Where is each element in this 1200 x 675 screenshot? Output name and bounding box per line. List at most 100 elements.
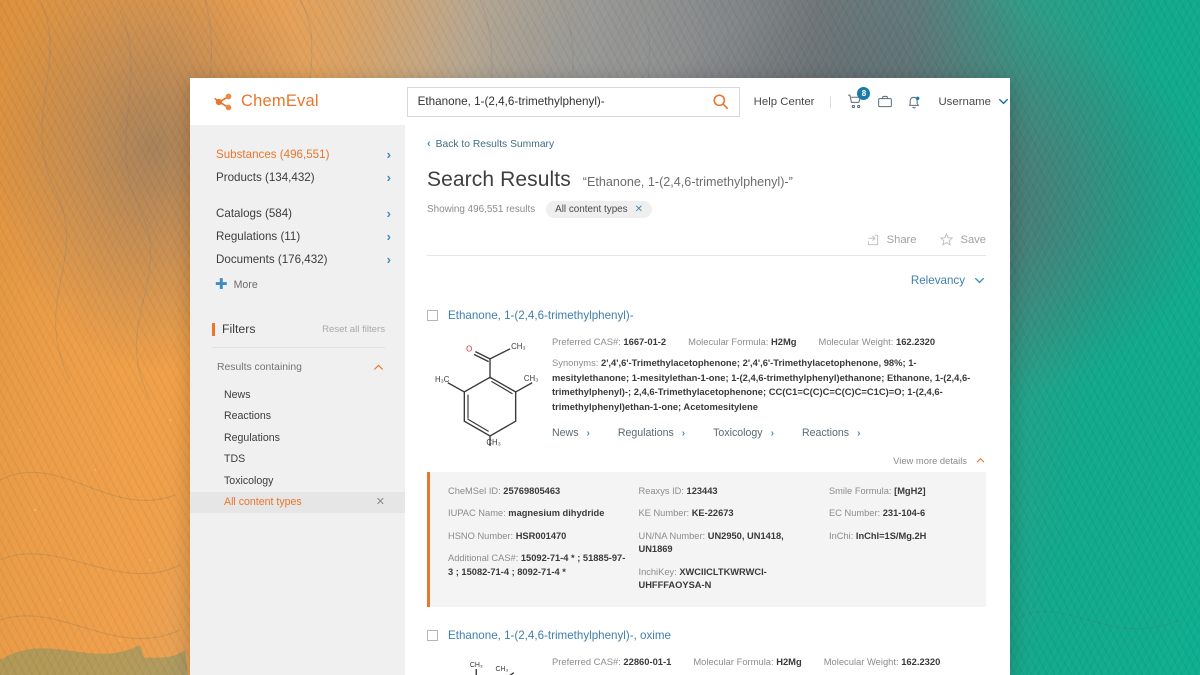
facet-item-regulations[interactable]: Regulations <box>190 427 405 449</box>
brand[interactable]: ChemEval <box>212 91 403 113</box>
close-icon[interactable]: ✕ <box>376 496 385 508</box>
notification-bell-icon[interactable] <box>906 94 922 110</box>
chevron-up-icon <box>975 455 986 466</box>
brand-name: ChemEval <box>241 92 319 110</box>
facet-item-label: Regulations <box>224 431 280 444</box>
result-body: CH₃ H₃C CH₃ CH₃ O Preferred CAS#: 1667-0… <box>427 330 986 446</box>
molecular-formula: Molecular Formula: H2Mg <box>693 655 802 667</box>
filters-header: Filters Reset all filters <box>212 323 385 348</box>
share-label: Share <box>886 233 917 246</box>
additional-cas: Additional CAS#: 15092-71-4 * ; 51885-97… <box>448 553 626 577</box>
search-input[interactable] <box>417 95 709 108</box>
result-header: Ethanone, 1-(2,4,6-trimethylphenyl)-, ox… <box>427 629 986 642</box>
molecular-formula: Molecular Formula: H2Mg <box>688 336 797 347</box>
sidebar-item-products[interactable]: Products (134,432) › <box>216 166 391 189</box>
save-button[interactable]: Save <box>939 232 987 247</box>
result-meta-row: Preferred CAS#: 1667-01-2 Molecular Form… <box>552 336 986 347</box>
inchi: InChi: InChI=1S/Mg.2H <box>828 530 927 541</box>
result-checkbox[interactable] <box>427 629 438 641</box>
chevron-down-icon <box>997 95 1010 108</box>
result-link-regulations[interactable]: Regulations › <box>618 427 685 439</box>
result-item: Ethanone, 1-(2,4,6-trimethylphenyl)-, ox… <box>427 629 986 675</box>
details-column-2: Reaxys ID: 123443 KE Number: KE-22673 UN… <box>638 485 819 593</box>
synonyms-label: Synonyms: <box>552 357 599 368</box>
save-label: Save <box>960 233 987 246</box>
result-links-row: News › Regulations › Toxicology › Reacti… <box>552 427 986 439</box>
result-link-news[interactable]: News › <box>552 427 590 439</box>
plus-icon: ✚ <box>215 276 228 293</box>
search-icon[interactable] <box>709 90 733 114</box>
chemical-structure-diagram: CH₃ H₃C CH₃ CH₃ O <box>427 330 552 446</box>
facet-title: Results containing <box>217 362 302 373</box>
label-ch3-top: CH₃ <box>511 342 525 351</box>
iupac-name-value: magnesium dihydride <box>508 508 605 519</box>
top-navigation: Help Center 8 Username <box>754 87 1010 110</box>
chevron-right-icon: › <box>386 147 391 162</box>
iupac-name: IUPAC Name: magnesium dihydride <box>448 508 605 519</box>
facet-item-reactions[interactable]: Reactions <box>190 406 405 428</box>
chemsel-id-value: 25769805463 <box>503 486 561 496</box>
chevron-right-icon: › <box>586 427 590 439</box>
sort-label: Relevancy <box>910 274 965 287</box>
user-menu[interactable]: Username <box>938 95 1010 108</box>
smile-formula-value: [MgH2] <box>894 486 926 496</box>
facet-item-label: TDS <box>224 453 246 466</box>
facet-list: News Reactions Regulations TDS Toxicolog… <box>190 384 405 513</box>
result-link-reactions[interactable]: Reactions › <box>802 427 860 439</box>
sidebar-item-label: Catalogs (584) <box>216 207 293 220</box>
page-title: Search Results <box>427 168 571 191</box>
facet-item-toxicology[interactable]: Toxicology <box>190 470 405 492</box>
facet-item-tds[interactable]: TDS <box>190 449 405 471</box>
briefcase-icon[interactable] <box>877 94 893 110</box>
sidebar-item-regulations[interactable]: Regulations (11) › <box>216 225 391 248</box>
facet-results-containing-header[interactable]: Results containing <box>217 361 385 374</box>
search-bar[interactable] <box>406 86 740 117</box>
synonyms-value: 2',4',6'-Trimethylacetophenone; 2',4',6'… <box>552 357 971 412</box>
result-title-link[interactable]: Ethanone, 1-(2,4,6-trimethylphenyl)- <box>448 309 634 322</box>
chemical-structure-diagram: CH₃ CH₃ H₃C CH₃ N OH <box>427 650 552 675</box>
sidebar-item-label: Substances (496,551) <box>216 148 330 161</box>
smile-formula: Smile Formula: [MgH2] <box>828 486 926 496</box>
app-window: ChemEval Help Center 8 <box>190 78 1010 675</box>
ke-number-value: KE-22673 <box>691 508 734 519</box>
chevron-right-icon: › <box>386 252 391 267</box>
star-icon <box>939 232 953 246</box>
sidebar-item-documents[interactable]: Documents (176,432) › <box>216 248 391 271</box>
close-icon[interactable]: ✕ <box>635 204 643 215</box>
share-button[interactable]: Share <box>866 233 917 247</box>
sidebar-item-substances[interactable]: Substances (496,551) › <box>216 143 391 166</box>
result-body: CH₃ CH₃ H₃C CH₃ N OH Preferred CAS#: 228… <box>427 650 986 675</box>
sidebar-more-button[interactable]: ✚ More <box>190 271 405 292</box>
facet-item-label: Toxicology <box>224 474 274 487</box>
content-type-chip[interactable]: All content types ✕ <box>546 201 653 218</box>
reset-all-filters-button[interactable]: Reset all filters <box>322 324 385 335</box>
result-meta-row: Preferred CAS#: 22860-01-1 Molecular For… <box>552 656 986 667</box>
sort-dropdown[interactable]: Relevancy <box>911 274 986 287</box>
chevron-left-icon: ‹ <box>427 138 431 150</box>
molecular-formula-value: H2Mg <box>770 336 797 347</box>
result-link-toxicology[interactable]: Toxicology › <box>713 427 774 439</box>
view-more-details-toggle[interactable]: View more details <box>893 455 986 466</box>
sidebar-item-label: Products (134,432) <box>216 171 315 184</box>
shopping-cart-icon[interactable]: 8 <box>847 87 871 110</box>
sidebar-item-catalogs[interactable]: Catalogs (584) › <box>216 202 391 225</box>
result-title-link[interactable]: Ethanone, 1-(2,4,6-trimethylphenyl)-, ox… <box>448 629 671 642</box>
back-to-results-summary-link[interactable]: ‹ Back to Results Summary <box>427 138 986 151</box>
actions-row: Share Save <box>427 232 986 256</box>
molecule-icon <box>212 91 234 113</box>
ec-number-value: 231-104-6 <box>882 508 926 519</box>
result-checkbox[interactable] <box>427 310 438 321</box>
molecular-weight-value: 162.2320 <box>895 336 936 347</box>
preferred-cas-value: 22860-01-1 <box>623 655 672 667</box>
preferred-cas: Preferred CAS#: 1667-01-2 <box>552 336 667 347</box>
hsno-number: HSNO Number: HSR001470 <box>448 530 567 541</box>
help-center-link[interactable]: Help Center <box>754 95 832 108</box>
sidebar-more-label: More <box>233 278 258 291</box>
facet-item-all-content-types[interactable]: All content types ✕ <box>190 491 405 513</box>
facet-item-news[interactable]: News <box>190 384 405 406</box>
result-header: Ethanone, 1-(2,4,6-trimethylphenyl)- <box>427 309 986 322</box>
label-ch3-bottom: CH₃ <box>486 438 500 446</box>
label-h3c-left: H₃C <box>435 375 450 384</box>
chevron-right-icon: › <box>770 427 774 439</box>
molecular-weight-value: 162.2320 <box>901 655 941 667</box>
